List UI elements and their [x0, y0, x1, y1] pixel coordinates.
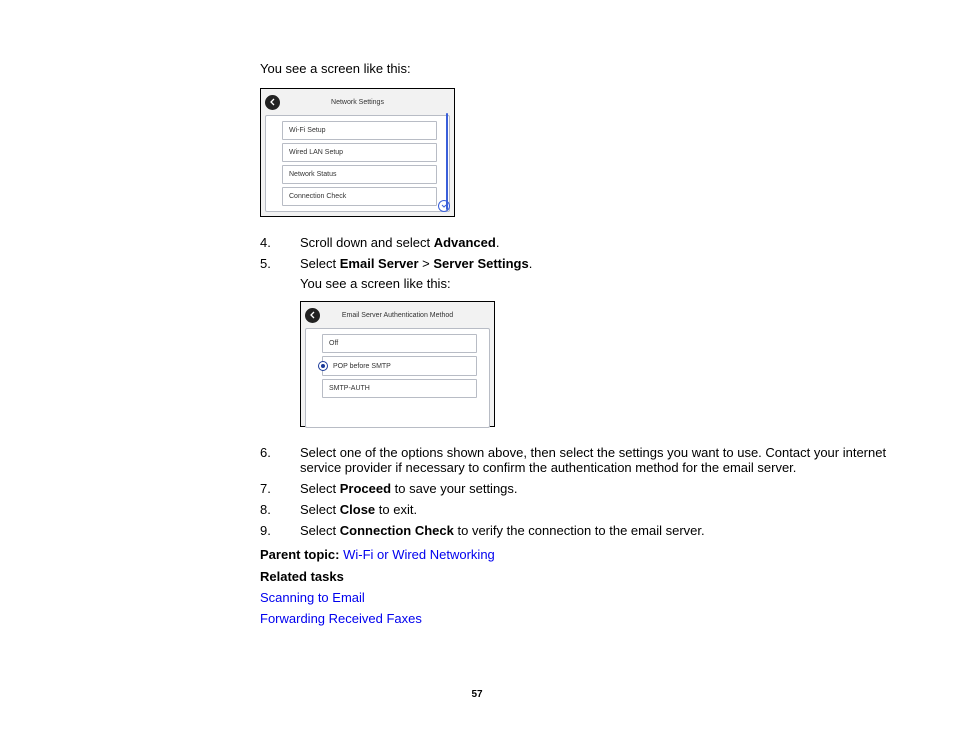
ss2-item: Off: [322, 334, 477, 353]
ss1-item: Wi-Fi Setup: [282, 121, 437, 140]
step-5: Select Email Server > Server Settings. Y…: [260, 256, 900, 427]
parent-topic-link[interactable]: Wi-Fi or Wired Networking: [343, 547, 495, 562]
ss2-item-selected: POP before SMTP: [322, 356, 477, 376]
ss1-item: Wired LAN Setup: [282, 143, 437, 162]
back-icon: [265, 95, 280, 110]
scrollbar-icon: [446, 113, 448, 210]
screenshot-email-auth: Email Server Authentication Method Off P…: [300, 301, 495, 427]
related-link-forwarding[interactable]: Forwarding Received Faxes: [260, 611, 422, 626]
ss2-item: SMTP-AUTH: [322, 379, 477, 398]
step-8: Select Close to exit.: [260, 502, 900, 517]
step-7: Select Proceed to save your settings.: [260, 481, 900, 496]
screenshot2-title: Email Server Authentication Method: [320, 312, 490, 319]
ss1-item: Connection Check: [282, 187, 437, 206]
parent-topic: Parent topic: Wi-Fi or Wired Networking: [260, 546, 900, 564]
screenshot-network-settings: Network Settings Wi-Fi Setup Wired LAN S…: [260, 88, 455, 217]
related-tasks-label: Related tasks: [260, 568, 900, 586]
step-4: Scroll down and select Advanced.: [260, 235, 900, 250]
back-icon: [305, 308, 320, 323]
ss1-item: Network Status: [282, 165, 437, 184]
related-link-scanning[interactable]: Scanning to Email: [260, 590, 365, 605]
intro-text: You see a screen like this:: [260, 60, 900, 78]
step-5-sub: You see a screen like this:: [300, 275, 900, 293]
page-number: 57: [0, 689, 954, 700]
step-9: Select Connection Check to verify the co…: [260, 523, 900, 538]
screenshot1-title: Network Settings: [280, 99, 450, 106]
step-6: Select one of the options shown above, t…: [260, 445, 900, 475]
